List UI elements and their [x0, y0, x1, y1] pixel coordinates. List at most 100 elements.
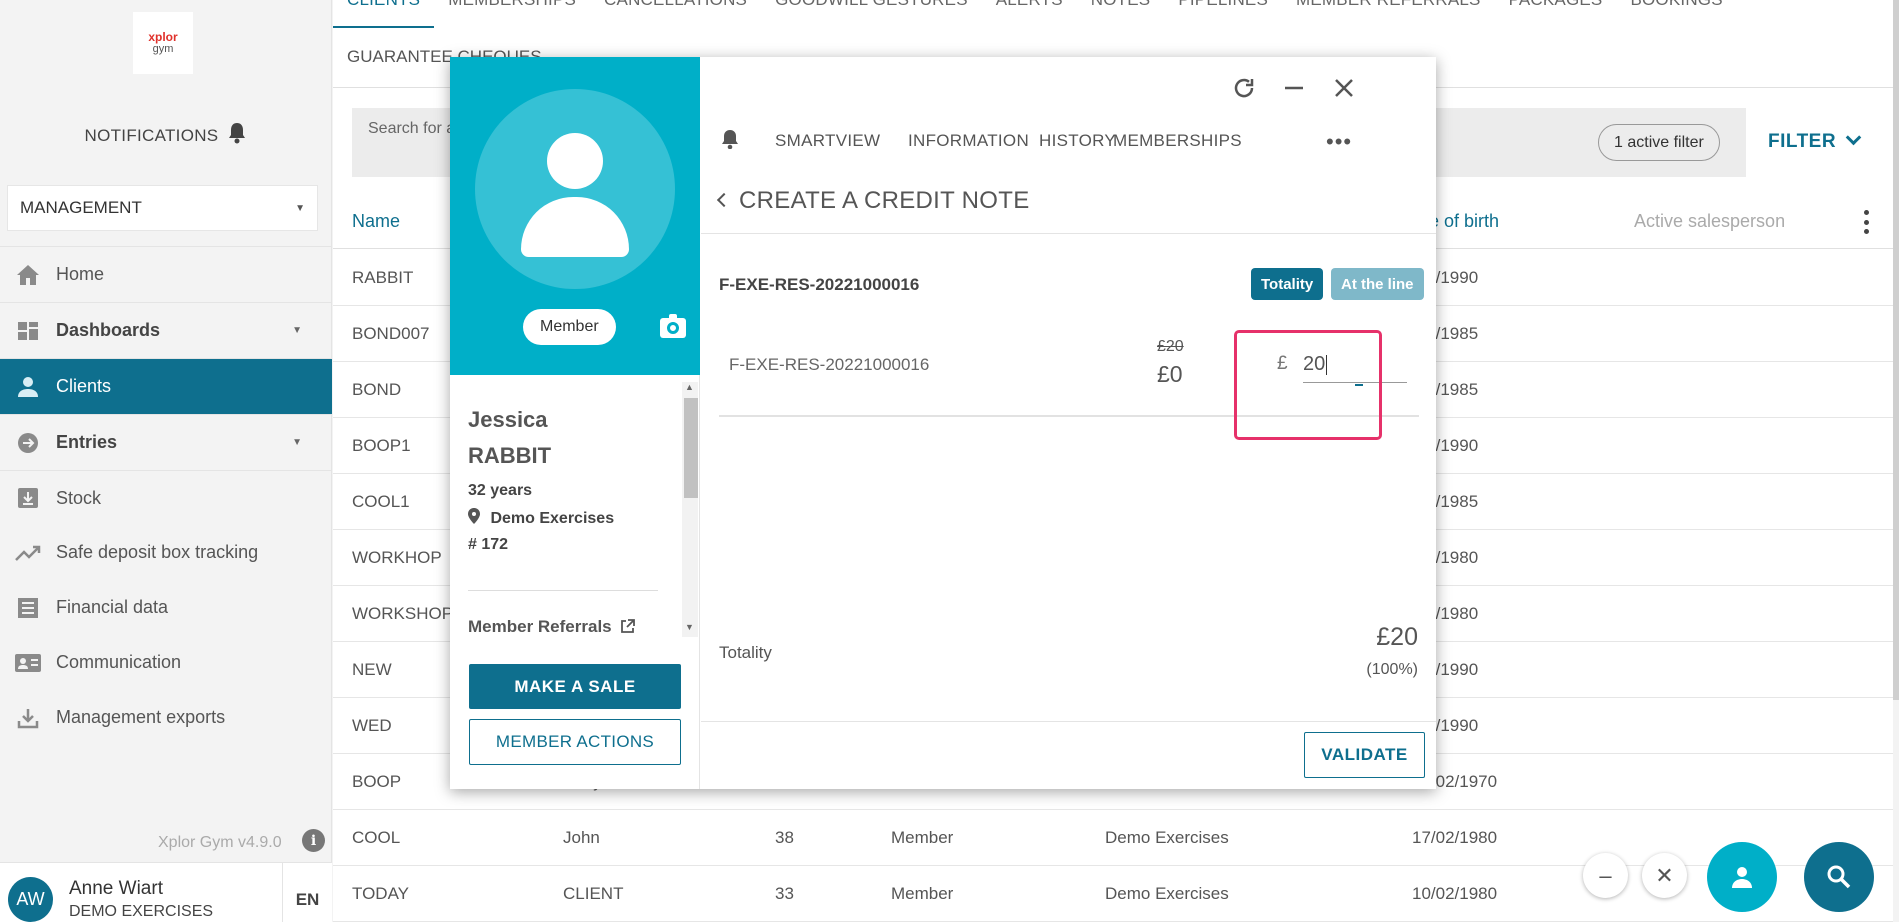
cell-dob: 17/02/1980	[1412, 828, 1498, 847]
scroll-thumb[interactable]	[684, 398, 698, 498]
sidebar-item-label: Entries	[56, 432, 118, 452]
tab-information[interactable]: INFORMATION	[908, 131, 1029, 151]
member-actions-button[interactable]: MEMBER ACTIONS	[469, 719, 681, 765]
close-icon[interactable]	[1327, 71, 1361, 105]
minimize-icon[interactable]: –	[1583, 853, 1628, 898]
info-icon[interactable]: i	[302, 829, 325, 852]
person-icon	[14, 375, 42, 399]
page-scrollbar[interactable]	[1893, 0, 1899, 700]
xplor-gym-logo[interactable]: xplor gym	[133, 12, 193, 74]
tab-clients[interactable]: CLIENTS	[333, 0, 435, 28]
camera-icon[interactable]	[660, 314, 686, 338]
bell-icon[interactable]	[721, 129, 739, 149]
line-reference: F-EXE-RES-20221000016	[729, 355, 930, 374]
search-fab[interactable]	[1804, 842, 1874, 912]
language-switch[interactable]: EN	[282, 863, 332, 922]
tab-member-referrals[interactable]: MEMBER REFERRALS	[1282, 0, 1495, 28]
sidebar-item-label: Clients	[56, 376, 112, 396]
refresh-icon[interactable]	[1227, 71, 1261, 105]
scroll-down-icon[interactable]: ▼	[685, 622, 694, 632]
cell-name: TODAY	[352, 884, 409, 903]
cell-name: WORKSHOP	[352, 604, 454, 623]
cell-name: COOL1	[352, 492, 410, 511]
sidebar-item-safe-deposit[interactable]: Safe deposit box tracking	[0, 525, 332, 580]
notifications-link[interactable]: NOTIFICATIONS	[0, 122, 332, 146]
credit-note-panel: SMARTVIEW INFORMATION HISTORY MEMBERSHIP…	[701, 57, 1436, 789]
sidebar-item-label: Communication	[56, 652, 182, 672]
tab-smartview[interactable]: SMARTVIEW	[775, 131, 880, 151]
cell-name: BOND	[352, 380, 402, 399]
minimize-icon[interactable]	[1277, 71, 1311, 105]
user-org: DEMO EXERCISES	[69, 903, 214, 920]
toggle-totality[interactable]: Totality	[1251, 268, 1324, 300]
close-icon[interactable]: ✕	[1642, 853, 1687, 898]
member-id: # 172	[468, 536, 509, 553]
column-name[interactable]: Name	[352, 211, 400, 232]
profile-tabs: SMARTVIEW INFORMATION HISTORY MEMBERSHIP…	[701, 121, 1436, 173]
home-icon	[14, 263, 42, 287]
tab-memberships[interactable]: MEMBERSHIPS	[1113, 131, 1242, 151]
tab-alerts[interactable]: ALERTS	[982, 0, 1077, 28]
person-fab[interactable]	[1707, 842, 1777, 912]
tab-notes[interactable]: NOTES	[1077, 0, 1165, 28]
tab-packages[interactable]: PACKAGES	[1495, 0, 1617, 28]
more-horiz-icon[interactable]: •••	[1326, 129, 1352, 155]
column-active-salesperson[interactable]: Active salesperson	[1634, 211, 1785, 232]
member-referrals-link[interactable]: Member Referrals	[468, 617, 636, 637]
cell-name: WORKHOP	[352, 548, 442, 567]
club-name: Demo Exercises	[490, 510, 615, 527]
list-icon	[14, 596, 42, 620]
member-badge: Member	[523, 309, 616, 345]
sidebar-item-financial-data[interactable]: Financial data	[0, 580, 332, 635]
tab-bookings[interactable]: BOOKINGS	[1616, 0, 1736, 28]
filter-button[interactable]: FILTER	[1768, 129, 1862, 153]
sidebar-item-dashboards[interactable]: Dashboards ▼	[0, 302, 332, 358]
caret-down-icon: ▼	[295, 202, 305, 214]
more-vert-icon[interactable]	[1863, 210, 1869, 234]
page-title[interactable]: CREATE A CREDIT NOTE	[716, 187, 1030, 215]
sidebar-item-home[interactable]: Home	[0, 246, 332, 302]
avatar: AW	[8, 877, 53, 922]
search-icon	[1827, 865, 1851, 889]
sidebar-item-management-exports[interactable]: Management exports	[0, 690, 332, 745]
sidebar-item-label: Home	[56, 264, 105, 284]
sidebar-item-clients[interactable]: Clients	[0, 358, 332, 414]
invoice-number: F-EXE-RES-20221000016	[719, 275, 920, 294]
totality-label: Totality	[719, 643, 772, 662]
caret-down-icon: ▼	[292, 437, 302, 448]
sidebar: xplor gym NOTIFICATIONS MANAGEMENT ▼ Hom…	[0, 0, 332, 922]
total-amount: £20	[1376, 623, 1418, 651]
cell-age: 33	[775, 884, 794, 903]
page-title-text: CREATE A CREDIT NOTE	[739, 187, 1030, 214]
tab-pipelines[interactable]: PIPELINES	[1164, 0, 1282, 28]
cell-name: BOOP	[352, 772, 402, 791]
tab-history[interactable]: HISTORY	[1039, 131, 1116, 151]
make-sale-button[interactable]: MAKE A SALE	[469, 664, 681, 709]
external-link-icon	[621, 619, 636, 633]
chevron-left-icon[interactable]	[716, 192, 732, 208]
validate-button[interactable]: VALIDATE	[1304, 732, 1425, 778]
cell-name: WED	[352, 716, 392, 735]
bell-icon	[229, 123, 246, 144]
profile-scrollbar[interactable]: ▲ ▼	[682, 382, 698, 637]
sidebar-item-stock[interactable]: Stock	[0, 470, 332, 525]
user-card[interactable]: AW Anne Wiart DEMO EXERCISES EN	[0, 862, 332, 922]
sidebar-nav: Home Dashboards ▼ Clients Entries ▼ Stoc…	[0, 246, 332, 745]
member-referrals-label: Member Referrals	[468, 617, 612, 636]
old-price: £20	[1157, 338, 1184, 355]
active-filter-chip[interactable]: 1 active filter	[1598, 124, 1720, 161]
tab-cancellations[interactable]: CANCELLATIONS	[590, 0, 761, 28]
highlight-box	[1234, 330, 1382, 440]
sidebar-item-communication[interactable]: Communication	[0, 635, 332, 690]
management-select[interactable]: MANAGEMENT ▼	[7, 185, 318, 231]
cell-name: BOND007	[352, 324, 430, 343]
tab-goodwill-gestures[interactable]: GOODWILL GESTURES	[761, 0, 982, 28]
app-version: Xplor Gym v4.9.0	[158, 834, 282, 851]
scroll-up-icon[interactable]: ▲	[685, 382, 694, 392]
divider	[701, 233, 1436, 234]
sidebar-item-entries[interactable]: Entries ▼	[0, 414, 332, 470]
sidebar-item-label: Financial data	[56, 597, 169, 617]
toggle-at-the-line[interactable]: At the line	[1331, 268, 1424, 300]
contact-card-icon	[14, 651, 42, 675]
tab-memberships[interactable]: MEMBERSHIPS	[434, 0, 590, 28]
